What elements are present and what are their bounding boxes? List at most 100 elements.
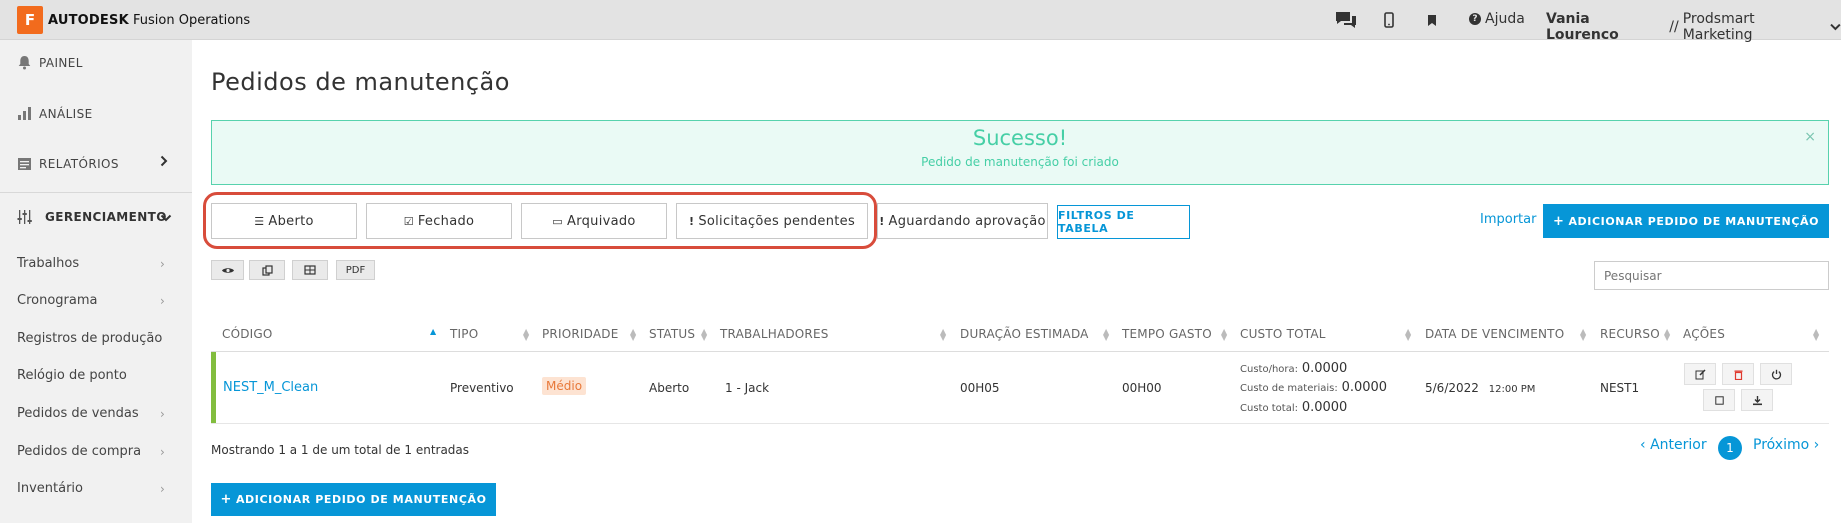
fusion-logo-icon: F (17, 6, 43, 34)
import-link[interactable]: Importar (1480, 212, 1536, 227)
top-bar: F AUTODESK Fusion Operations ? Ajuda Van… (0, 0, 1841, 43)
chevron-down-icon[interactable] (160, 210, 172, 226)
list-icon: ☰ (254, 214, 265, 228)
chevron-right-icon: › (1813, 437, 1820, 453)
table-info: Mostrando 1 a 1 de um total de 1 entrada… (211, 443, 470, 457)
power-icon[interactable] (1760, 363, 1792, 385)
brand-name: AUTODESK (48, 12, 129, 28)
sort-icon[interactable]: ▲ ▼ (1664, 328, 1670, 342)
bookmark-icon[interactable] (1425, 9, 1439, 31)
sort-icon[interactable]: ▲ ▼ (1580, 328, 1586, 342)
column-header-duracao[interactable]: DURAÇÃO ESTIMADA (960, 327, 1089, 341)
sidebar-item-analise[interactable]: ANÁLISE (17, 106, 93, 121)
order-code-link[interactable]: NEST_M_Clean (223, 380, 318, 395)
sort-icon[interactable]: ▲ ▼ (701, 328, 707, 342)
sidebar-item-cronograma[interactable]: Cronograma (17, 293, 97, 308)
sidebar-item-gerenciamento[interactable]: GERENCIAMENTO (17, 209, 167, 225)
exclamation-icon: ! (688, 214, 695, 228)
chat-icon[interactable] (1333, 9, 1359, 31)
page-title: Pedidos de manutenção (211, 68, 510, 96)
sidebar-item-trabalhos[interactable]: Trabalhos (17, 256, 79, 271)
sort-asc-icon[interactable]: ▲ (430, 328, 436, 336)
chevron-right-icon[interactable] (160, 155, 168, 171)
column-header-prioridade[interactable]: PRIORIDADE (542, 327, 619, 341)
chevron-right-icon[interactable]: › (160, 445, 165, 459)
sidebar-item-registros[interactable]: Registros de produção (17, 331, 162, 346)
user-name: Vania Lourenco (1546, 11, 1619, 43)
tab-arquivado[interactable]: ▭ Arquivado (521, 203, 667, 239)
cell-estimated-duration: 00H05 (960, 381, 1000, 395)
sort-icon[interactable]: ▲ ▼ (1405, 328, 1411, 342)
bar-chart-icon (17, 106, 37, 121)
chevron-right-icon[interactable]: › (160, 407, 165, 421)
sort-icon[interactable]: ▲ ▼ (523, 328, 529, 342)
app-logo[interactable]: F AUTODESK Fusion Operations (17, 6, 250, 34)
sidebar-item-relatorios[interactable]: RELATÓRIOS (17, 156, 119, 171)
tab-aberto[interactable]: ☰ Aberto (211, 203, 357, 239)
cell-status: Aberto (649, 381, 690, 395)
table-filters-button[interactable]: FILTROS DE TABELA (1057, 205, 1190, 239)
csv-table-icon[interactable] (292, 260, 328, 280)
chevron-right-icon[interactable]: › (160, 294, 165, 308)
sidebar-item-pedidos-vendas[interactable]: Pedidos de vendas (17, 406, 139, 421)
chevron-right-icon[interactable]: › (160, 482, 165, 496)
delete-icon[interactable] (1722, 363, 1754, 385)
tab-fechado[interactable]: ☑ Fechado (366, 203, 512, 239)
search-input[interactable] (1594, 261, 1829, 290)
add-maintenance-order-button[interactable]: + ADICIONAR PEDIDO DE MANUTENÇÃO (1543, 204, 1829, 238)
close-icon[interactable]: × (1804, 129, 1816, 145)
mobile-icon[interactable] (1382, 9, 1396, 31)
edit-icon[interactable] (1684, 363, 1716, 385)
page-number-button[interactable]: 1 (1718, 436, 1742, 460)
company-name: Prodsmart Marketing (1682, 11, 1755, 43)
check-square-icon: ☑ (403, 214, 414, 228)
report-icon (17, 156, 37, 171)
cell-cost-materials: Custo de materiais: 0.0000 (1240, 380, 1388, 395)
add-maintenance-order-button-bottom[interactable]: + ADICIONAR PEDIDO DE MANUTENÇÃO (211, 483, 496, 516)
priority-badge: Médio (542, 377, 587, 395)
help-link[interactable]: ? Ajuda (1469, 11, 1525, 27)
tab-aguardando-aprovacao[interactable]: ! Aguardando aprovação (877, 203, 1048, 239)
column-header-codigo[interactable]: CÓDIGO (222, 327, 273, 341)
cell-resource: NEST1 (1600, 381, 1640, 395)
cell-workers: 1 - Jack (725, 381, 770, 395)
help-label: Ajuda (1485, 11, 1525, 27)
column-header-tipo[interactable]: TIPO (450, 327, 478, 341)
sidebar-item-inventario[interactable]: Inventário (17, 481, 83, 496)
sliders-icon (17, 209, 37, 225)
cell-time-spent: 00H00 (1122, 381, 1162, 395)
next-page-link[interactable]: Próximo › (1753, 437, 1819, 453)
plus-icon: + (220, 492, 232, 507)
sidebar-divider (0, 192, 192, 193)
sidebar-item-painel[interactable]: PAINEL (17, 55, 83, 70)
column-header-tempo-gasto[interactable]: TEMPO GASTO (1122, 327, 1212, 341)
download-icon[interactable] (1741, 389, 1773, 411)
pdf-button[interactable]: PDF (336, 260, 375, 280)
user-separator: // (1669, 19, 1679, 35)
previous-page-link[interactable]: ‹ Anterior (1640, 437, 1707, 453)
chevron-right-icon[interactable]: › (160, 257, 165, 271)
column-header-status[interactable]: STATUS (649, 327, 695, 341)
eye-icon[interactable] (211, 260, 244, 280)
column-header-acoes: AÇÕES (1683, 327, 1726, 341)
sort-icon[interactable]: ▲ ▼ (1103, 328, 1109, 342)
column-header-data-vencimento[interactable]: DATA DE VENCIMENTO (1425, 327, 1564, 341)
sort-icon[interactable]: ▲ ▼ (940, 328, 946, 342)
copy-icon[interactable] (249, 260, 285, 280)
sidebar-item-pedidos-compra[interactable]: Pedidos de compra (17, 444, 141, 459)
archive-icon[interactable] (1703, 389, 1735, 411)
tab-solicitacoes-pendentes[interactable]: ! Solicitações pendentes (676, 203, 868, 239)
sidebar-item-relogio[interactable]: Relógio de ponto (17, 368, 127, 383)
column-header-recurso[interactable]: RECURSO (1600, 327, 1660, 341)
sidebar: PAINEL ANÁLISE RELATÓRIOS GERENCIAMENTO … (0, 40, 192, 523)
sort-icon[interactable]: ▲ ▼ (1813, 328, 1819, 342)
column-header-trabalhadores[interactable]: TRABALHADORES (720, 327, 829, 341)
bell-icon (17, 55, 37, 70)
user-menu[interactable]: Vania Lourenco // Prodsmart Marketing (1546, 11, 1841, 43)
column-header-custo-total[interactable]: CUSTO TOTAL (1240, 327, 1326, 341)
exclamation-icon: ! (879, 214, 885, 228)
cell-due-date: 5/6/2022 12:00 PM (1425, 381, 1536, 395)
sort-icon[interactable]: ▲ ▼ (630, 328, 636, 342)
sort-icon[interactable]: ▲ ▼ (1221, 328, 1227, 342)
success-alert: Sucesso! Pedido de manutenção foi criado… (211, 120, 1829, 185)
